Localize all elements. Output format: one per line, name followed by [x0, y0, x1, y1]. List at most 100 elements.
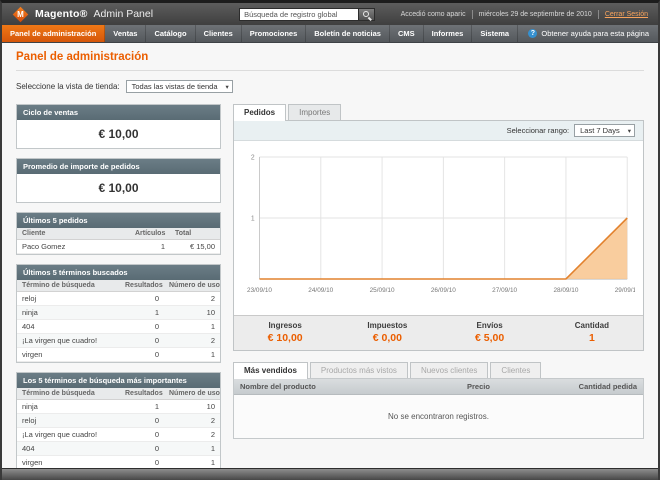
tab-importes[interactable]: Importes [288, 104, 342, 120]
results-cell: 0 [120, 413, 164, 428]
nav-item-clientes[interactable]: Clientes [196, 25, 242, 42]
svg-text:24/09/10: 24/09/10 [308, 287, 333, 294]
top-search-terms-table: Término de búsqueda Resultados Número de… [17, 388, 220, 468]
store-view-select[interactable]: Todas las vistas de tienda ▾ [125, 80, 233, 93]
nav-item-boletin[interactable]: Boletín de noticias [306, 25, 390, 42]
range-label: Seleccionar rango: [506, 126, 570, 135]
content-area: Panel de administración Seleccione la vi… [2, 43, 658, 468]
nav-item-ventas[interactable]: Ventas [105, 25, 147, 42]
table-row[interactable]: 404 0 1 [17, 441, 220, 456]
search-term-cell: ninja [17, 305, 120, 320]
search-icon [363, 10, 370, 17]
nav-item-catalogo[interactable]: Catálogo [146, 25, 196, 42]
table-row[interactable]: ninja 1 10 [17, 399, 220, 414]
chevron-down-icon: ▾ [225, 83, 229, 91]
page-title: Panel de administración [16, 51, 644, 71]
search-term-cell: ¡La virgen que cuadro! [17, 427, 120, 442]
svg-text:26/09/10: 26/09/10 [431, 287, 456, 294]
brand-name: Magento® [35, 8, 88, 20]
panel-title: Ciclo de ventas [17, 105, 220, 120]
nav-item-informes[interactable]: Informes [424, 25, 473, 42]
items-cell: 1 [130, 239, 170, 254]
range-select[interactable]: Last 7 Days ▾ [574, 124, 635, 137]
magento-logo-icon: M [12, 6, 29, 22]
total-value: € 5,00 [475, 332, 505, 344]
uses-cell: 2 [164, 427, 220, 442]
search-term-cell: reloj [17, 291, 120, 306]
total-label: Ingresos [268, 321, 302, 330]
page-help-link[interactable]: ? Obtener ayuda para esta página [519, 25, 658, 42]
right-column: Pedidos Importes Seleccionar rango: Last… [233, 104, 644, 439]
search-button[interactable] [359, 7, 376, 21]
lifetime-sales-value: € 10,00 [98, 127, 139, 141]
brand: M Magento® Admin Panel [12, 6, 153, 22]
svg-text:23/09/10: 23/09/10 [247, 287, 272, 294]
column-header: Término de búsqueda [17, 388, 120, 400]
search-term-cell: reloj [17, 413, 120, 428]
logout-link[interactable]: Cerrar Sesión [605, 11, 648, 18]
tab-mas-vendidos[interactable]: Más vendidos [233, 362, 308, 379]
store-switcher: Seleccione la vista de tienda: Todas las… [16, 80, 644, 93]
last-orders-panel: Últimos 5 pedidos Cliente Artículos Tota… [16, 212, 221, 255]
tab-pedidos[interactable]: Pedidos [233, 104, 287, 121]
search-term-cell: virgen [17, 455, 120, 468]
table-row[interactable]: virgen 0 1 [17, 455, 220, 468]
table-row[interactable]: ¡La virgen que cuadro! 0 2 [17, 427, 220, 442]
column-header: Artículos [130, 228, 170, 240]
help-icon: ? [528, 29, 538, 38]
search-term-cell: 404 [17, 441, 120, 456]
column-header: Número de usos [164, 280, 220, 292]
results-cell: 1 [120, 399, 164, 414]
chevron-down-icon: ▾ [627, 127, 631, 135]
last-search-terms-table: Término de búsqueda Resultados Número de… [17, 280, 220, 362]
results-cell: 0 [120, 347, 164, 362]
nav-item-dashboard[interactable]: Panel de administración [2, 25, 106, 42]
divider [471, 9, 473, 19]
total-label: Envíos [476, 321, 503, 330]
global-search-input[interactable] [239, 7, 360, 21]
column-header: Total [170, 228, 220, 240]
uses-cell: 10 [164, 399, 220, 414]
column-header: Precio [467, 382, 490, 391]
tab-clientes[interactable]: Clientes [490, 362, 542, 378]
last-orders-table: Cliente Artículos Total Paco Gomez 1 € 1… [17, 228, 220, 254]
uses-cell: 2 [164, 413, 220, 428]
svg-text:29/09/10: 29/09/10 [615, 287, 635, 294]
global-search [239, 7, 376, 21]
svg-text:27/09/10: 27/09/10 [492, 287, 517, 294]
column-header: Nombre del producto [240, 382, 316, 391]
diagram-tabs: Pedidos Importes [233, 104, 644, 121]
nav-item-sistema[interactable]: Sistema [472, 25, 519, 42]
table-row[interactable]: virgen 0 1 [17, 347, 220, 362]
svg-text:1: 1 [251, 215, 255, 222]
total-impuestos: Impuestos € 0,00 [336, 321, 438, 344]
tab-nuevos-clientes[interactable]: Nuevos clientes [409, 362, 489, 378]
uses-cell: 10 [164, 305, 220, 320]
results-cell: 0 [120, 333, 164, 348]
nav-item-promociones[interactable]: Promociones [242, 25, 307, 42]
table-row[interactable]: ¡La virgen que cuadro! 0 2 [17, 333, 220, 348]
product-grid-header: Nombre del producto Precio Cantidad pedi… [234, 379, 643, 395]
uses-cell: 2 [164, 333, 220, 348]
table-row[interactable]: reloj 0 2 [17, 413, 220, 428]
panel-title: Promedio de importe de pedidos [17, 159, 220, 174]
total-cantidad: Cantidad 1 [541, 321, 643, 344]
average-order-panel: Promedio de importe de pedidos € 10,00 [16, 158, 221, 203]
nav-item-cms[interactable]: CMS [390, 25, 424, 42]
svg-text:25/09/10: 25/09/10 [370, 287, 395, 294]
total-label: Cantidad [574, 321, 609, 330]
logged-in-text: Accedió como aparic [400, 10, 466, 18]
table-header-row: Término de búsqueda Resultados Número de… [17, 388, 220, 400]
svg-text:28/09/10: 28/09/10 [553, 287, 578, 294]
table-row[interactable]: reloj 0 2 [17, 291, 220, 306]
magento-logo-letter: M [17, 9, 24, 19]
orders-chart-box: Seleccionar rango: Last 7 Days ▾ 1 2 23/09… [233, 120, 644, 351]
table-row[interactable]: ninja 1 10 [17, 305, 220, 320]
tab-productos-mas-vistos[interactable]: Productos más vistos [309, 362, 408, 378]
table-row[interactable]: 404 0 1 [17, 319, 220, 334]
svg-text:2: 2 [251, 154, 255, 161]
table-row[interactable]: Paco Gomez 1 € 15,00 [17, 239, 220, 254]
product-grid: Nombre del producto Precio Cantidad pedi… [233, 378, 644, 439]
total-cell: € 15,00 [170, 239, 220, 254]
last-search-terms-panel: Últimos 5 términos buscados Término de b… [16, 264, 221, 363]
